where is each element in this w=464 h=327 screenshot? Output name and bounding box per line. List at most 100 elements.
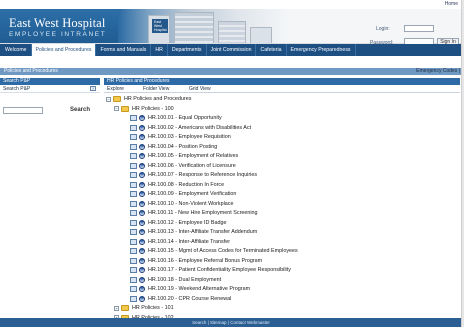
login-input[interactable] <box>404 25 434 32</box>
policies-panel: HR Policies and Procedures Explore Folde… <box>104 78 460 321</box>
policy-document-title: HR.100.17 - Patient Confidentiality Empl… <box>148 267 291 273</box>
building-shape <box>174 12 214 43</box>
word-file-icon: W <box>139 248 145 254</box>
expand-icon[interactable]: + <box>114 305 119 311</box>
policy-document-title: HR.100.02 - Americans with Disabilities … <box>148 124 252 131</box>
nav-item[interactable]: Welcome <box>1 44 32 56</box>
document-icon <box>130 295 137 302</box>
policy-document-row[interactable]: W HR.100.07 - Response to Reference Inqui… <box>130 171 257 179</box>
folder-row[interactable]: − HR Policies and Procedures <box>106 95 191 103</box>
document-icon <box>130 229 137 235</box>
emergency-codes-link[interactable]: Emergency Codes | <box>416 68 460 75</box>
search-button[interactable]: Search <box>70 107 90 114</box>
document-icon <box>130 210 137 216</box>
view-tabs: Explore Folder View Grid View <box>104 85 460 93</box>
folder-row[interactable]: + HR Policies - 101 <box>114 304 174 312</box>
word-file-icon: W <box>139 238 145 245</box>
policy-document-row[interactable]: W HR.100.01 - Equal Opportunity <box>130 114 222 122</box>
policy-document-title: HR.100.20 - CPR Course Renewal <box>148 295 232 302</box>
search-input[interactable] <box>3 107 43 114</box>
policy-document-title: HR.100.03 - Employee Requisition <box>148 134 231 140</box>
document-icon <box>130 181 137 188</box>
folder-icon <box>121 305 129 311</box>
policy-document-row[interactable]: W HR.100.10 - Non-Violent Workplace <box>130 200 234 208</box>
policy-document-title: HR.100.06 - Verification of Licensure <box>148 162 236 169</box>
section-bar: Policies and Procedures Emergency Codes … <box>0 68 461 75</box>
policy-document-title: HR.100.14 - Inter-Affiliate Transfer <box>148 238 230 245</box>
document-icon <box>130 286 137 292</box>
home-link[interactable]: Home <box>445 1 458 7</box>
document-icon <box>130 153 137 159</box>
policy-document-title: HR.100.09 - Employment Verification <box>148 191 237 197</box>
building-shape <box>218 21 246 43</box>
policy-document-row[interactable]: W HR.100.06 - Verification of Licensure <box>130 162 236 170</box>
document-icon <box>130 248 137 254</box>
word-file-icon: W <box>139 162 145 169</box>
folder-row[interactable]: − HR Policies - 100 <box>114 105 174 113</box>
document-icon <box>130 200 137 207</box>
nav-item[interactable]: Policies and Procedures <box>31 44 97 56</box>
policy-document-title: HR.100.13 - Inter-Affiliate Transfer Add… <box>148 229 258 235</box>
help-icon[interactable]: ? <box>90 86 96 91</box>
nav-item[interactable]: Forms and Manuals <box>96 44 152 56</box>
folder-label: HR Policies and Procedures <box>124 96 192 102</box>
policy-document-title: HR.100.07 - Response to Reference Inquir… <box>148 172 258 178</box>
document-icon <box>130 143 137 150</box>
logo[interactable]: East West Hospital EMPLOYEE INTRANET <box>0 9 120 43</box>
document-icon <box>130 191 137 197</box>
site-header: East West Hospital EMPLOYEE INTRANET Eas… <box>0 9 461 44</box>
main-nav: Welcome Policies and Procedures Forms and … <box>0 44 461 56</box>
policy-document-row[interactable]: W HR.100.16 - Employee Referral Bonus Pro… <box>130 257 262 265</box>
policy-document-row[interactable]: W HR.100.09 - Employment Verification <box>130 190 236 198</box>
policy-document-row[interactable]: W HR.100.08 - Reduction In Force <box>130 181 224 189</box>
policy-document-row[interactable]: W HR.100.05 - Employment of Relatives <box>130 152 238 160</box>
document-icon <box>130 276 137 283</box>
policy-document-title: HR.100.04 - Position Posting <box>148 143 218 150</box>
policy-document-title: HR.100.12 - Employee ID Badge <box>148 219 227 226</box>
word-file-icon: W <box>139 115 145 121</box>
policy-document-title: HR.100.01 - Equal Opportunity <box>148 115 222 121</box>
policy-document-title: HR.100.19 - Weekend Alternative Program <box>148 286 251 292</box>
nav-item[interactable]: Joint Commission <box>207 44 257 56</box>
top-bar: Home <box>0 0 461 9</box>
policy-document-row[interactable]: W HR.100.02 - Americans with Disabilities… <box>130 124 251 132</box>
policy-document-row[interactable]: W HR.100.17 - Patient Confidentiality Emp… <box>130 266 291 274</box>
folder-icon <box>113 96 121 102</box>
site-title: East West Hospital <box>9 16 106 30</box>
policy-document-row[interactable]: W HR.100.14 - Inter-Affiliate Transfer <box>130 238 230 246</box>
word-file-icon: W <box>139 276 145 283</box>
policy-document-row[interactable]: W HR.100.03 - Employee Requisition <box>130 133 231 141</box>
policy-document-row[interactable]: W HR.100.18 - Dual Employment <box>130 276 221 284</box>
policy-document-title: HR.100.16 - Employee Referral Bonus Prog… <box>148 257 263 264</box>
section-title: Policies and Procedures <box>4 68 58 74</box>
tab-folder-view[interactable]: Folder View <box>140 85 186 92</box>
policy-document-row[interactable]: W HR.100.11 - New Hire Employment Screeni… <box>130 209 258 217</box>
word-file-icon: W <box>139 124 145 131</box>
word-file-icon: W <box>139 172 145 178</box>
policy-document-row[interactable]: W HR.100.12 - Employee ID Badge <box>130 219 227 227</box>
collapse-icon[interactable]: − <box>114 106 119 111</box>
policy-document-row[interactable]: W HR.100.15 - Mgmt of Access Codes for Te… <box>130 247 298 255</box>
policy-document-title: HR.100.08 - Reduction In Force <box>148 181 225 188</box>
nav-item[interactable]: Emergency Preparedness <box>287 44 356 56</box>
policy-document-row[interactable]: W HR.100.04 - Position Posting <box>130 143 217 151</box>
word-file-icon: W <box>139 181 145 188</box>
word-file-icon: W <box>139 153 145 159</box>
document-icon <box>130 257 137 264</box>
policy-document-row[interactable]: W HR.100.20 - CPR Course Renewal <box>130 295 231 303</box>
footer-links[interactable]: Search | Sitemap | Contact Webmaster <box>0 318 461 327</box>
folder-label: HR Policies - 101 <box>132 305 174 311</box>
document-icon <box>130 124 137 131</box>
tab-grid-view[interactable]: Grid View <box>186 85 211 92</box>
policy-document-title: HR.100.11 - New Hire Employment Screenin… <box>148 210 258 216</box>
policy-document-row[interactable]: W HR.100.13 - Inter-Affiliate Transfer Ad… <box>130 228 257 236</box>
nav-item[interactable]: Departments <box>168 44 207 56</box>
hospital-sign: East West Hospital <box>152 19 168 33</box>
policy-document-row[interactable]: W HR.100.19 - Weekend Alternative Program <box>130 285 250 293</box>
nav-item[interactable]: HR <box>151 44 168 56</box>
nav-item[interactable]: Cafeteria <box>256 44 287 56</box>
policies-panel-header: HR Policies and Procedures <box>104 78 460 85</box>
tab-explore[interactable]: Explore <box>104 85 140 92</box>
collapse-icon[interactable]: − <box>106 96 111 102</box>
site-subtitle: EMPLOYEE INTRANET <box>9 31 107 38</box>
